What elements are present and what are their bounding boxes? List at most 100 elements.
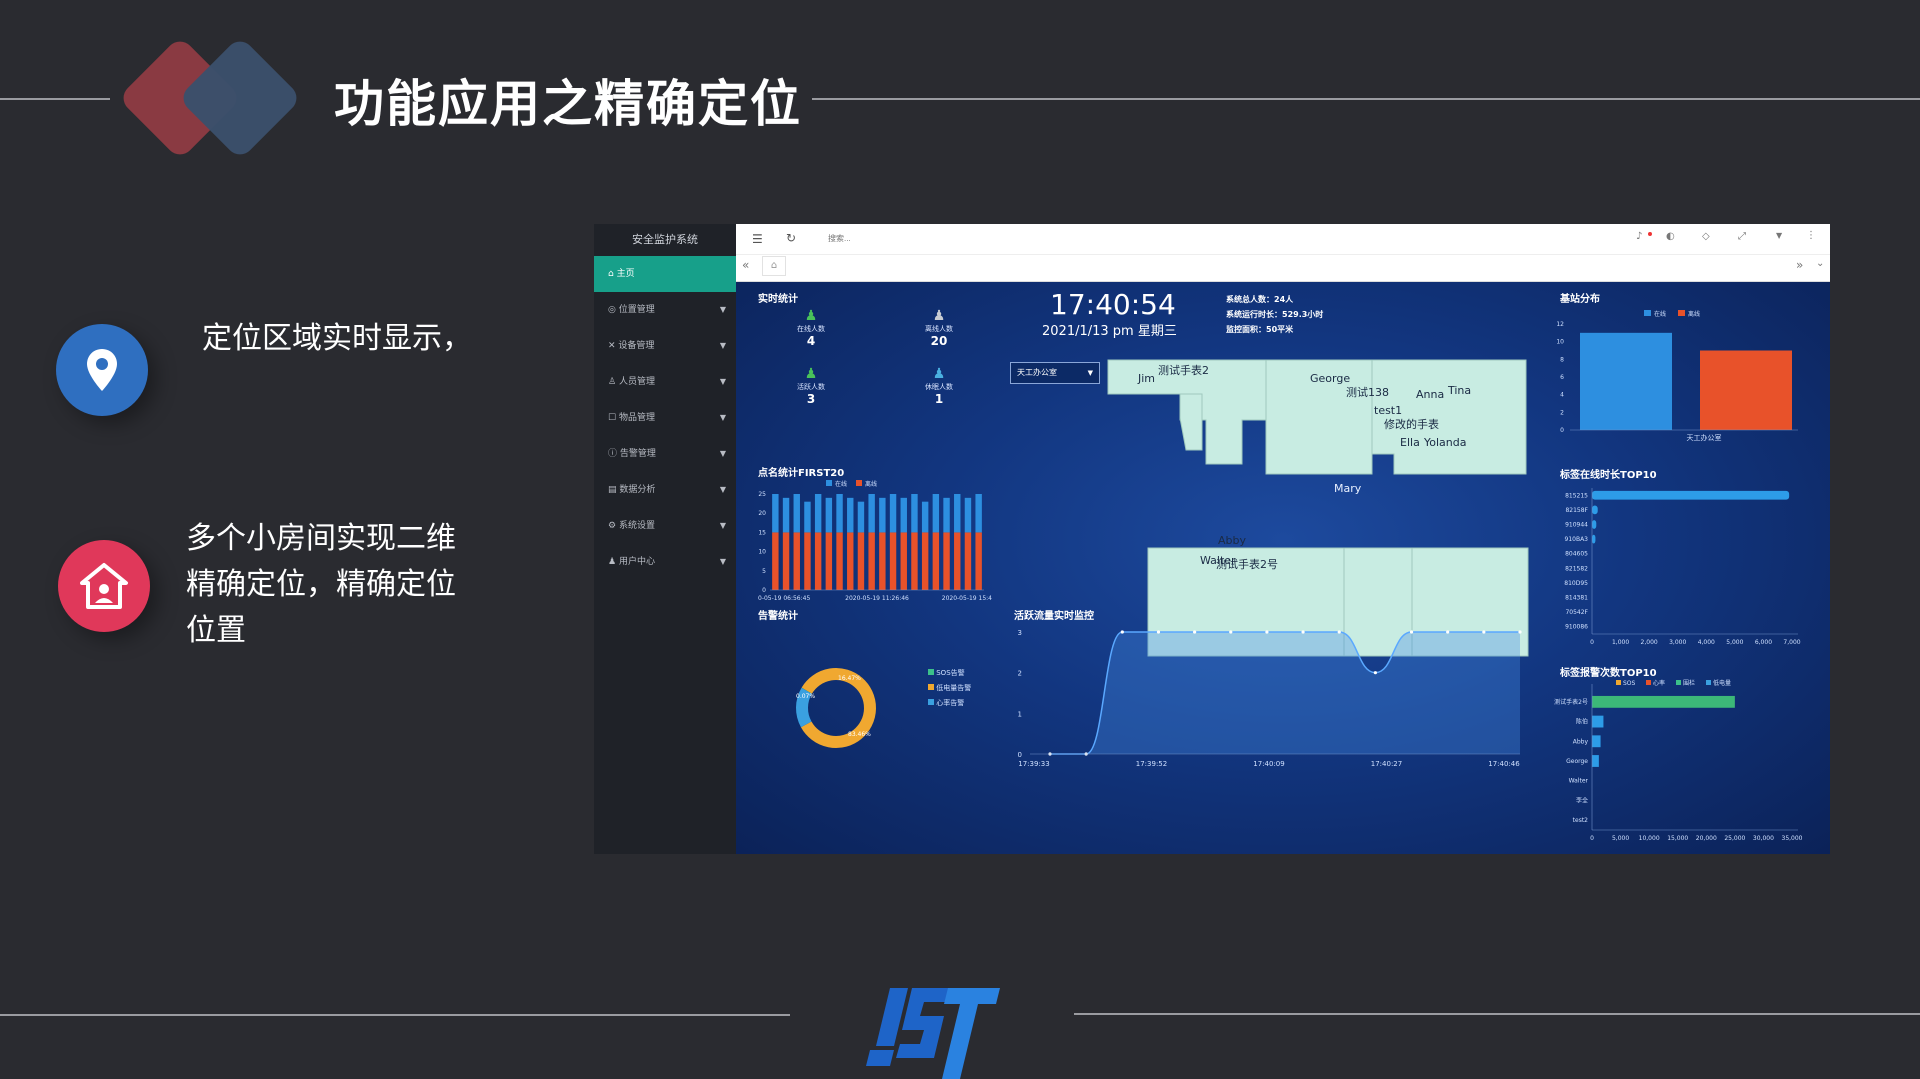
bell-icon[interactable]: ♪: [1636, 231, 1642, 242]
sidebar-item-label: 位置管理: [618, 305, 655, 315]
sidebar-item-home[interactable]: ⌂ 主页: [594, 256, 736, 292]
legend-label: 围栏: [1683, 679, 1695, 687]
sidebar-item-alarm[interactable]: ⓘ 告警管理 ▼: [594, 436, 736, 472]
user-dropdown-icon[interactable]: ▼: [1776, 231, 1782, 240]
x-tick-label: 2,000: [1641, 639, 1658, 646]
bottom-line-left: [0, 1014, 790, 1016]
map-person[interactable]: Tina: [1448, 384, 1471, 397]
y-tick-label: 910944: [1565, 522, 1588, 529]
map-person[interactable]: Yolanda: [1424, 436, 1466, 449]
hbar: [1592, 534, 1596, 544]
legend-swatch-offline: [1678, 310, 1685, 316]
x-tick-label: 10,000: [1639, 835, 1660, 842]
map-person[interactable]: George: [1310, 372, 1350, 385]
bullet-text-2: 多个小房间实现二维 精确定位，精确定位 位置: [186, 516, 456, 654]
map-labels: Jim 测试手表2 George 测试138 test1 修改的手表 Anna …: [1106, 358, 1536, 658]
sidebar-item-analysis[interactable]: ▤ 数据分析 ▼: [594, 472, 736, 508]
map-person[interactable]: Anna: [1416, 388, 1444, 401]
sidebar-item-label: 设备管理: [618, 341, 655, 351]
tab-scroll-right-icon[interactable]: »: [1796, 258, 1803, 272]
bar-online: [964, 497, 972, 533]
bar-offline: [793, 532, 800, 590]
chevron-down-icon: ▼: [1087, 369, 1093, 377]
legend-swatch-online: [826, 480, 832, 486]
activity-line-chart: 0 1 2 3 17:39:33 17:39:52 17:40:09 17:40:27 17:4…: [1018, 629, 1522, 768]
legend-swatch: [1646, 680, 1651, 685]
x-tick-label: 17:40:27: [1371, 760, 1402, 768]
y-tick-label: 2: [1560, 409, 1564, 416]
activity-point: [1265, 630, 1269, 634]
sidebar-item-user-center[interactable]: ♟ 用户中心 ▼: [594, 544, 736, 580]
bottom-line-right: [1074, 1013, 1920, 1015]
tab-home[interactable]: ⌂: [762, 256, 786, 276]
map-person[interactable]: 测试手表2: [1158, 362, 1209, 378]
app-screenshot: 安全监护系统 ⌂ 主页 ◎ 位置管理 ▼ ✕ 设备管理 ▼ ♙ 人员管理 ▼ ☐ 物品…: [594, 224, 1830, 854]
sidebar-item-goods[interactable]: ☐ 物品管理 ▼: [594, 400, 736, 436]
map-person[interactable]: 测试手表2号: [1216, 556, 1278, 572]
y-tick-label: 0: [1560, 427, 1564, 434]
activity-point: [1409, 630, 1414, 634]
y-tick-label: 陈伯: [1576, 718, 1588, 726]
fullscreen-icon[interactable]: ⤢: [1738, 231, 1746, 242]
bar-offline: [1700, 350, 1792, 430]
bar-online: [847, 497, 854, 533]
chevron-down-icon: ▼: [719, 521, 726, 530]
hbar: [1592, 735, 1601, 748]
hbar: [1592, 695, 1735, 708]
area-select[interactable]: 天工办公室 ▼: [1010, 362, 1100, 384]
activity-monitor-title: 活跃流量实时监控: [1014, 611, 1094, 622]
bar-online: [921, 501, 929, 533]
x-tick-label: 3,000: [1669, 639, 1686, 646]
bar-offline: [804, 532, 811, 590]
map-person[interactable]: Abby: [1218, 534, 1246, 547]
app-sidebar: 安全监护系统 ⌂ 主页 ◎ 位置管理 ▼ ✕ 设备管理 ▼ ♙ 人员管理 ▼ ☐ 物品…: [594, 224, 736, 854]
bar-offline: [921, 532, 929, 590]
bar-offline: [964, 532, 972, 590]
sidebar-item-location[interactable]: ◎ 位置管理 ▼: [594, 292, 736, 328]
sidebar-item-label: 系统设置: [618, 521, 655, 531]
y-tick-label: 4: [1560, 392, 1564, 399]
ist-logo: [864, 980, 1004, 1079]
tab-menu-icon[interactable]: ⌄: [1816, 258, 1824, 269]
stat-offline: ♟ 离线人数 20: [904, 308, 974, 348]
sidebar-item-device[interactable]: ✕ 设备管理 ▼: [594, 328, 736, 364]
dashboard: 实时统计 ♟ 在线人数 4 ♟ 离线人数 20 ♟ 活跃人数 3 ♟ 休眠人数 …: [736, 282, 1830, 854]
menu-icon[interactable]: ☰: [752, 232, 763, 246]
search-input[interactable]: [828, 230, 968, 246]
map-person[interactable]: 修改的手表: [1384, 416, 1439, 432]
sidebar-item-label: 物品管理: [618, 413, 655, 423]
notification-dot: [1648, 232, 1652, 236]
legend-swatch: [1616, 680, 1621, 685]
sidebar-item-settings[interactable]: ⚙ 系统设置 ▼: [594, 508, 736, 544]
tag-icon[interactable]: ◇: [1702, 231, 1710, 242]
map-person[interactable]: 测试138: [1346, 384, 1389, 400]
refresh-icon[interactable]: ↻: [786, 231, 796, 245]
y-tick-label: 2: [1018, 670, 1022, 678]
map-person[interactable]: Mary: [1334, 482, 1361, 495]
bar-offline: [975, 532, 982, 590]
x-tick-label: 0: [1590, 639, 1594, 646]
map-person[interactable]: Jim: [1138, 372, 1155, 385]
bullet-text-2-line1: 多个小房间实现二维: [186, 521, 456, 556]
y-tick-label: Abby: [1573, 738, 1589, 745]
rollcall-chart: 在线 离线 0 5 10 15 20 25 0-05-19 06:56:45 2020-05-19…: [758, 480, 992, 602]
theme-icon[interactable]: ◐: [1666, 231, 1675, 242]
more-icon[interactable]: ⋮: [1806, 230, 1816, 241]
slice-label: 0.07%: [796, 693, 815, 700]
x-tick-label: 30,000: [1753, 835, 1774, 842]
sidebar-item-personnel[interactable]: ♙ 人员管理 ▼: [594, 364, 736, 400]
title-line-right: [812, 98, 1920, 100]
tab-scroll-left-icon[interactable]: «: [742, 258, 749, 272]
rollcall-chart-title: 点名统计FIRST20: [758, 468, 845, 479]
map-person[interactable]: Ella: [1400, 436, 1420, 449]
hbar: [1592, 505, 1598, 515]
hbar: [1592, 490, 1790, 500]
x-tick-label: 5,000: [1612, 835, 1629, 842]
bar-online: [943, 497, 950, 533]
bar-online: [772, 494, 779, 533]
x-tick-label: 6,000: [1755, 639, 1772, 646]
bar-offline: [889, 532, 897, 590]
y-tick-label: 6: [1560, 374, 1564, 381]
x-tick-label: 17:40:09: [1253, 760, 1284, 768]
activity-area: [1050, 632, 1520, 754]
